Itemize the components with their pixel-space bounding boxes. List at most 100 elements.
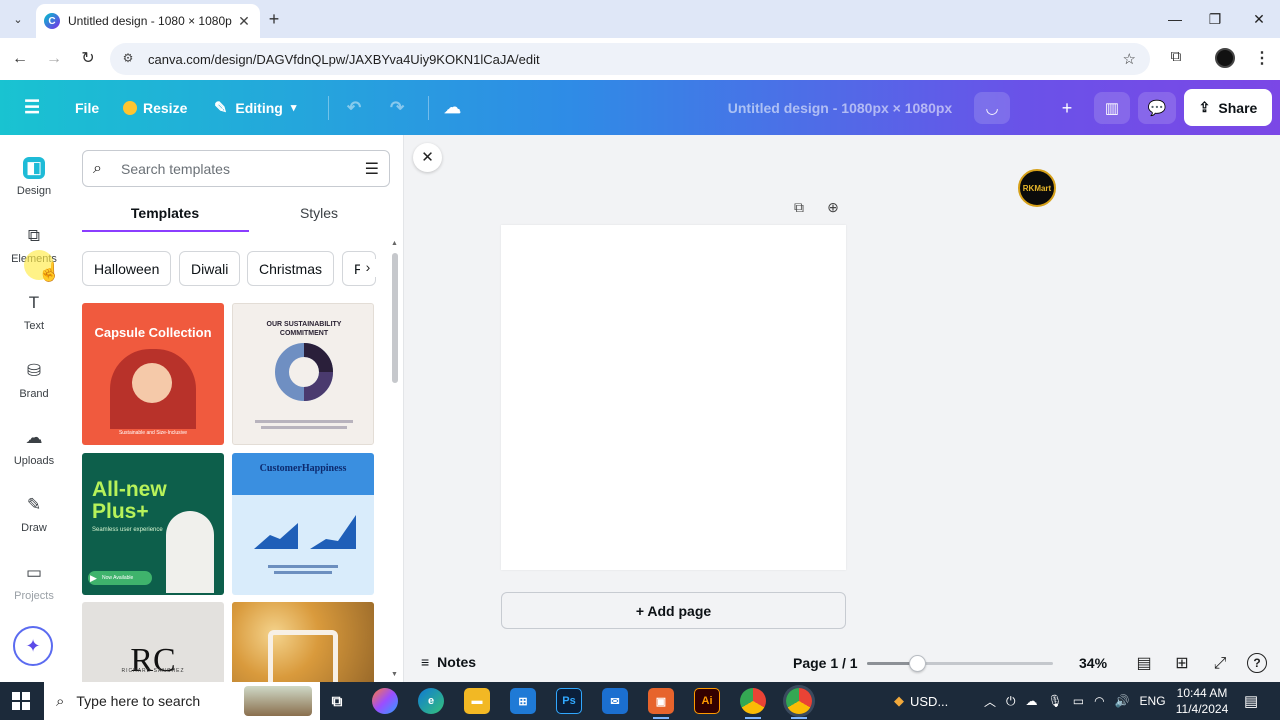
show-hidden-icons-icon[interactable]: ︿: [984, 693, 996, 710]
back-icon[interactable]: ←: [8, 47, 32, 71]
add-page-icon[interactable]: ⊕: [824, 199, 842, 217]
currency-widget[interactable]: ◆ USD...: [894, 682, 948, 720]
magic-sparkle-icon[interactable]: ✦: [13, 626, 53, 666]
rail-item-text[interactable]: T Text: [0, 292, 68, 332]
profile-avatar[interactable]: [1215, 48, 1235, 68]
battery-icon[interactable]: ▭: [1073, 694, 1084, 708]
page-view-icon[interactable]: ▤: [1133, 653, 1155, 675]
filter-icon[interactable]: ☰: [365, 159, 379, 179]
url-text[interactable]: canva.com/design/DAGVfdnQLpw/JAXBYva4Uiy…: [148, 52, 540, 67]
chrome-profile-icon[interactable]: [786, 688, 812, 714]
taskbar-clock[interactable]: 10:44 AM 11/4/2024: [1166, 685, 1238, 717]
tab-close-icon[interactable]: ✕: [236, 13, 252, 30]
mail-icon[interactable]: ✉: [602, 688, 628, 714]
chip-diwali[interactable]: Diwali: [179, 251, 241, 286]
illustrator-icon[interactable]: Ai: [694, 688, 720, 714]
tab-templates[interactable]: Templates: [82, 205, 248, 221]
search-templates-input[interactable]: ⌕ Search templates ☰: [82, 150, 390, 187]
rail-item-label: Projects: [14, 590, 54, 602]
template-all-new-plus[interactable]: All-new Plus+ Seamless user experience N…: [82, 453, 224, 595]
undo-icon[interactable]: ↶: [347, 80, 361, 135]
rail-item-draw[interactable]: ✎ Draw: [0, 494, 68, 534]
help-icon[interactable]: ?: [1247, 653, 1267, 673]
design-artboard[interactable]: [501, 225, 846, 570]
resize-label: Resize: [143, 99, 188, 116]
forward-icon[interactable]: →: [42, 47, 66, 71]
usb-icon[interactable]: ⏻: [1006, 694, 1016, 709]
notes-label: Notes: [437, 654, 477, 670]
template-title: OUR SUSTAINABILITY COMMITMENT: [266, 321, 342, 337]
chip-christmas[interactable]: Christmas: [247, 251, 335, 286]
page-indicator[interactable]: Page 1 / 1: [793, 655, 858, 671]
main-menu-icon[interactable]: ☰: [24, 80, 44, 135]
fullscreen-icon[interactable]: ⤢: [1209, 653, 1231, 675]
template-floral[interactable]: [232, 602, 374, 682]
panel-scrollbar[interactable]: [392, 253, 398, 383]
tab-search-chevron-icon[interactable]: ⌄: [6, 8, 30, 30]
document-title[interactable]: Untitled design - 1080px × 1080px: [700, 80, 980, 135]
template-sustainability[interactable]: OUR SUSTAINABILITY COMMITMENT: [232, 303, 374, 445]
restore-icon[interactable]: ❐: [1192, 8, 1238, 30]
file-menu-button[interactable]: File: [75, 80, 99, 135]
rail-item-projects[interactable]: ▭ Projects: [0, 562, 68, 602]
tab-styles[interactable]: Styles: [236, 205, 402, 221]
area-chart-icon: [254, 515, 356, 549]
add-page-button[interactable]: + Add page: [501, 592, 846, 629]
site-info-icon[interactable]: ⚙: [120, 51, 136, 67]
rail-item-uploads[interactable]: ☁ Uploads: [0, 427, 68, 467]
rail-item-design[interactable]: ◧ Design: [0, 157, 68, 197]
scroll-down-icon[interactable]: ▼: [391, 671, 398, 678]
onedrive-icon[interactable]: ☁: [1026, 694, 1038, 708]
zoom-percentage[interactable]: 34%: [1079, 655, 1107, 671]
new-tab-button[interactable]: +: [264, 9, 284, 29]
insights-chart-icon[interactable]: ▥: [1094, 92, 1130, 124]
notes-button[interactable]: ≡ Notes: [421, 654, 476, 670]
template-customer-happiness[interactable]: CustomerHappiness: [232, 453, 374, 595]
edge-icon[interactable]: e: [418, 688, 444, 714]
rail-item-brand[interactable]: ⛁ Brand: [0, 360, 68, 400]
running-indicator: [791, 717, 807, 719]
wifi-icon[interactable]: ◠: [1094, 694, 1104, 708]
volume-icon[interactable]: 🔊: [1115, 694, 1130, 708]
recorder-icon[interactable]: ▣: [648, 688, 674, 714]
redo-icon[interactable]: ↷: [390, 80, 404, 135]
scroll-up-icon[interactable]: ▲: [391, 240, 398, 247]
notifications-icon[interactable]: ▤: [1244, 682, 1258, 720]
bookmark-star-icon[interactable]: ☆: [1123, 50, 1136, 68]
file-explorer-icon[interactable]: ▬: [464, 688, 490, 714]
system-tray: ︿ ⏻ ☁ 🎙 ▭ ◠ 🔊 ENG: [984, 682, 1166, 720]
canva-favicon-icon: C: [44, 13, 60, 29]
browser-menu-icon[interactable]: ⋮: [1254, 48, 1270, 68]
reload-icon[interactable]: ↻: [76, 47, 100, 71]
task-view-icon[interactable]: ⧉: [324, 688, 350, 714]
editing-mode-button[interactable]: ✎ Editing ▾: [214, 80, 296, 135]
photoshop-icon[interactable]: Ps: [556, 688, 582, 714]
comments-icon[interactable]: 💬: [1138, 92, 1176, 124]
cloud-save-icon[interactable]: ☁: [444, 80, 461, 135]
close-panel-icon[interactable]: ✕: [413, 143, 442, 172]
share-button[interactable]: ⇪ Share: [1184, 89, 1272, 126]
template-capsule-collection[interactable]: Capsule Collection Sustainable and Size-…: [82, 303, 224, 445]
resize-button[interactable]: Resize: [123, 80, 187, 135]
chevron-right-icon[interactable]: ›: [360, 259, 376, 277]
chrome-icon[interactable]: [740, 688, 766, 714]
template-monogram[interactable]: RC RICHARD SANCHEZ: [82, 602, 224, 682]
chip-halloween[interactable]: Halloween: [82, 251, 172, 286]
address-bar[interactable]: ⚙ canva.com/design/DAGVfdnQLpw/JAXBYva4U…: [110, 43, 1150, 75]
extensions-icon[interactable]: ⧉: [1166, 48, 1186, 68]
mic-icon[interactable]: 🎙: [1048, 694, 1063, 708]
add-collaborator-icon[interactable]: +: [1052, 92, 1082, 124]
grid-view-icon[interactable]: ⊞: [1171, 653, 1193, 675]
text-icon: T: [28, 293, 40, 312]
taskbar-search-box[interactable]: ⌕ Type here to search: [44, 682, 320, 720]
windows-start-icon[interactable]: [12, 692, 30, 710]
duplicate-page-icon[interactable]: ⧉: [790, 199, 808, 217]
rail-item-label: Brand: [19, 388, 49, 400]
browser-tab[interactable]: C Untitled design - 1080 × 1080p ✕: [36, 4, 260, 38]
zoom-slider-handle[interactable]: [909, 655, 926, 672]
store-icon[interactable]: ⊞: [510, 688, 536, 714]
user-avatar[interactable]: RKMart: [1018, 169, 1056, 207]
window-close-icon[interactable]: ✕: [1236, 8, 1280, 30]
copilot-icon[interactable]: [372, 688, 398, 714]
language-indicator[interactable]: ENG: [1140, 694, 1166, 708]
